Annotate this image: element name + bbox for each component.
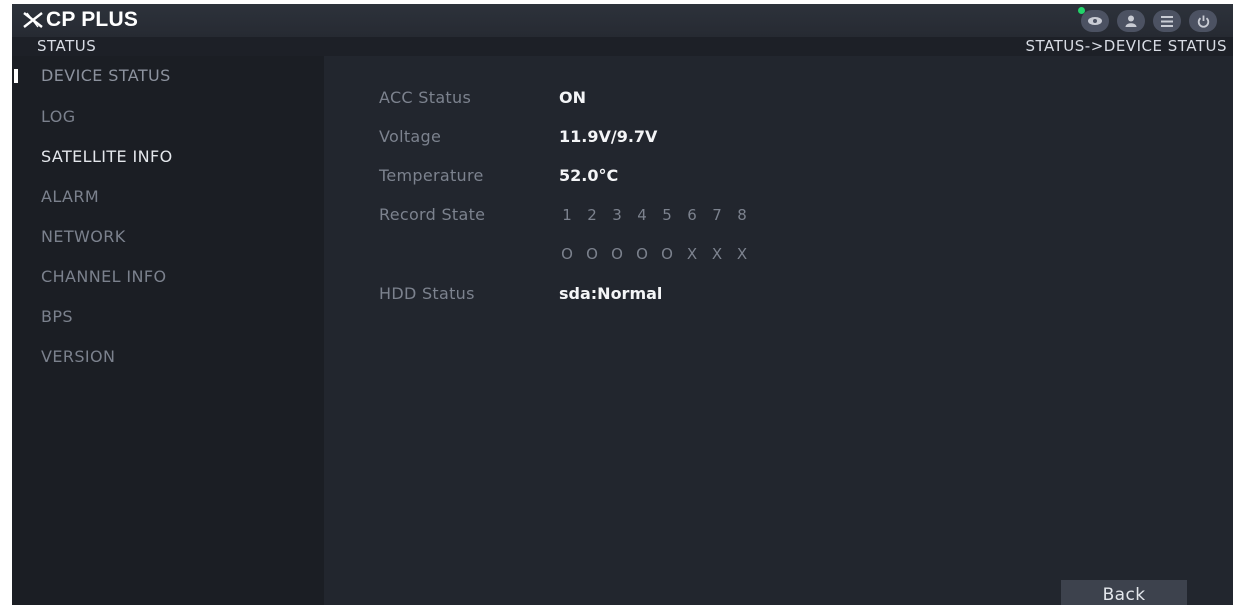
sidebar-item-log[interactable]: LOG [12,99,324,135]
sidebar-item-label: VERSION [41,347,116,366]
sidebar: DEVICE STATUS LOG SATELLITE INFO ALARM N… [12,56,324,605]
acc-status-value: ON [559,88,586,107]
record-channel-state: O [636,245,648,263]
record-channel-number: 5 [662,206,672,224]
sidebar-item-channel-info[interactable]: CHANNEL INFO [12,259,324,295]
hdd-status-value: sda:Normal [559,284,663,303]
online-status-dot [1078,7,1085,14]
breadcrumb: STATUS->DEVICE STATUS [1025,37,1227,55]
sidebar-item-label: BPS [41,307,73,326]
eye-icon[interactable] [1078,7,1109,32]
record-channel-number: 7 [712,206,722,224]
sidebar-item-version[interactable]: VERSION [12,339,324,375]
top-bar: CP PLUS [12,4,1233,37]
sidebar-item-network[interactable]: NETWORK [12,219,324,255]
dvr-status-screen: CP PLUS STATUS STATUS->DEVICE STATUS DEV… [12,4,1233,605]
device-status-panel: ACC Status ON Voltage 11.9V/9.7V Tempera… [324,56,1233,605]
sidebar-item-label: ALARM [41,187,100,206]
temperature-label: Temperature [379,166,484,185]
record-channel-state: X [686,245,698,263]
hdd-status-label: HDD Status [379,284,475,303]
sidebar-item-bps[interactable]: BPS [12,299,324,335]
menu-icon[interactable] [1153,10,1181,32]
sidebar-item-label: LOG [41,107,76,126]
voltage-value: 11.9V/9.7V [559,127,658,146]
record-channel-state: O [661,245,673,263]
sidebar-item-alarm[interactable]: ALARM [12,179,324,215]
sidebar-item-label: NETWORK [41,227,126,246]
section-title: STATUS [37,37,97,55]
record-channel-state: O [561,245,573,263]
record-state-label: Record State [379,205,486,224]
record-channel-number: 1 [562,206,572,224]
record-channel-number: 6 [687,206,697,224]
back-button[interactable]: Back [1061,580,1187,605]
brand-name: CP PLUS [46,8,139,31]
active-item-marker [14,69,18,83]
record-channel-number: 4 [637,206,647,224]
brand-logo: CP PLUS [22,8,138,32]
top-icon-group [1078,7,1217,32]
cp-plus-logo-icon [23,12,43,28]
record-channel-number: 2 [587,206,597,224]
record-channel-number: 8 [737,206,747,224]
voltage-label: Voltage [379,127,442,146]
temperature-value: 52.0°C [559,166,619,185]
record-channel-state: X [736,245,748,263]
sub-header: STATUS STATUS->DEVICE STATUS [12,37,1233,56]
sidebar-item-label: CHANNEL INFO [41,267,167,286]
record-channel-number: 3 [612,206,622,224]
sidebar-item-label: DEVICE STATUS [41,66,171,85]
record-channel-state: O [611,245,623,263]
power-icon[interactable] [1189,10,1217,32]
sidebar-item-label: SATELLITE INFO [41,147,173,166]
sidebar-item-satellite-info[interactable]: SATELLITE INFO [12,139,324,175]
sidebar-item-device-status[interactable]: DEVICE STATUS [12,58,324,94]
record-channel-state: O [586,245,598,263]
record-channel-state: X [711,245,723,263]
acc-status-label: ACC Status [379,88,472,107]
user-icon[interactable] [1117,10,1145,32]
